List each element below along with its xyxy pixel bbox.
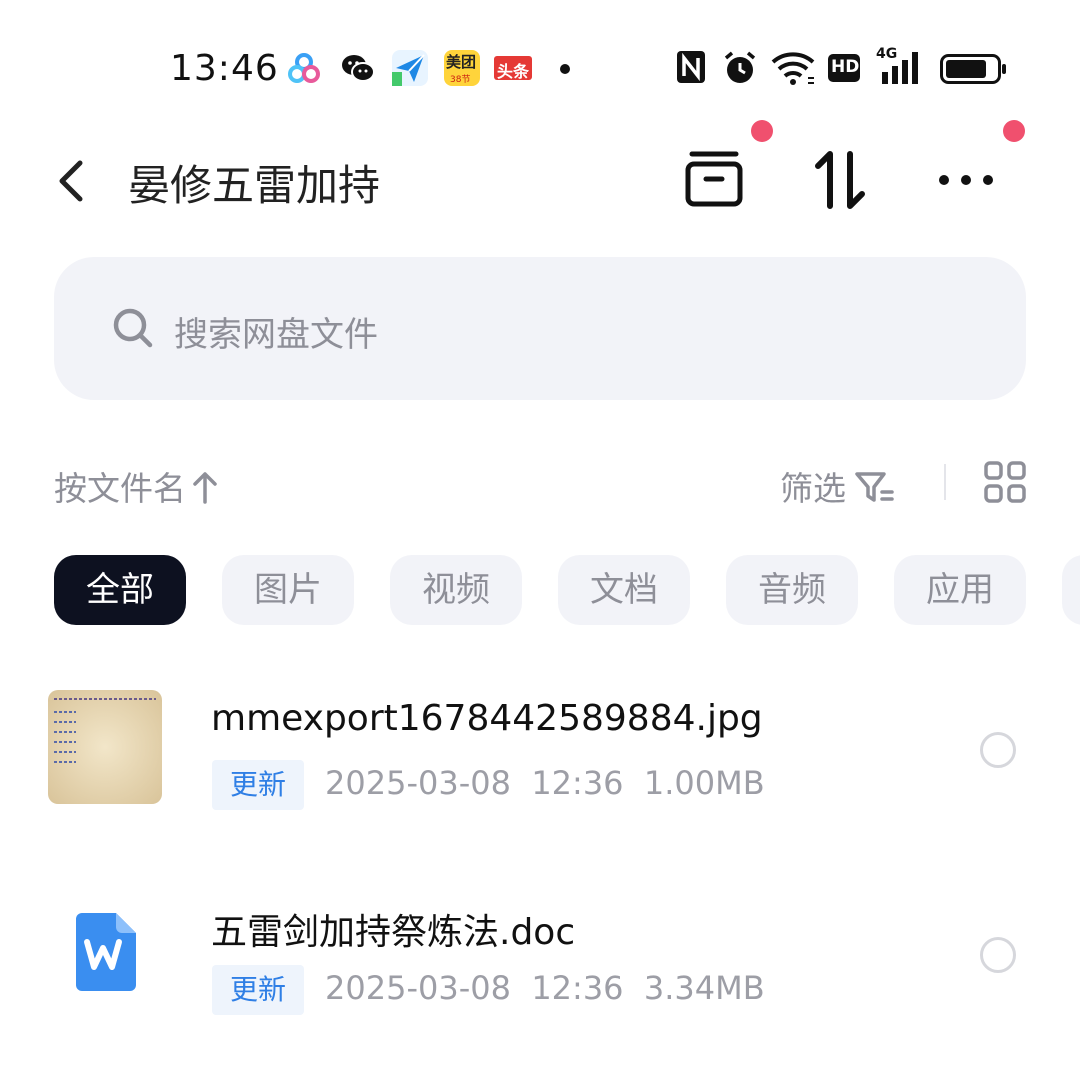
status-bar: 13:46 美团 38节 头条 HD 4G	[0, 40, 1080, 100]
tab-apps[interactable]: 应用	[894, 555, 1026, 625]
toutiao-icon: 头条	[494, 56, 532, 81]
grid-view-icon	[984, 461, 1026, 503]
file-time: 12:36	[531, 764, 624, 802]
archive-button[interactable]	[682, 148, 746, 212]
filter-icon	[855, 472, 894, 502]
update-tag: 更新	[212, 760, 304, 810]
image-thumbnail	[48, 690, 162, 804]
archive-notification-dot	[751, 120, 773, 142]
meituan-label: 美团	[446, 53, 477, 71]
select-radio[interactable]	[980, 937, 1016, 973]
hd-icon: HD	[828, 54, 860, 82]
filter-label: 筛选	[780, 469, 846, 508]
tab-all[interactable]: 全部	[54, 555, 186, 625]
status-time: 13:46	[170, 48, 279, 89]
archive-icon	[685, 151, 743, 207]
chevron-left-icon	[59, 160, 83, 202]
more-button[interactable]	[934, 148, 998, 212]
select-radio[interactable]	[980, 732, 1016, 768]
paper-plane-icon	[392, 50, 428, 86]
nfc-icon	[676, 50, 706, 88]
tab-videos[interactable]: 视频	[390, 555, 522, 625]
transfer-button[interactable]	[808, 148, 872, 212]
file-size: 1.00MB	[643, 764, 765, 802]
meituan-icon: 美团 38节	[444, 50, 480, 86]
arrow-up-icon	[193, 472, 217, 504]
word-doc-icon	[62, 905, 146, 999]
sort-by-name-button[interactable]: 按文件名	[54, 462, 218, 510]
more-icon	[939, 175, 993, 185]
update-tag: 更新	[212, 965, 304, 1015]
wechat-icon	[340, 50, 376, 86]
toutiao-label: 头条	[497, 62, 530, 81]
tab-documents[interactable]: 文档	[558, 555, 690, 625]
search-placeholder: 搜索网盘文件	[174, 315, 378, 355]
back-button[interactable]	[52, 158, 92, 204]
file-name: 五雷剑加持祭炼法.doc	[211, 912, 576, 953]
meituan-sub-label: 38节	[450, 75, 471, 85]
search-input[interactable]: 搜索网盘文件	[54, 257, 1026, 400]
filter-button[interactable]: 筛选	[780, 462, 894, 510]
more-notification-dot	[1003, 120, 1025, 142]
wifi-icon	[770, 50, 816, 90]
file-date: 2025-03-08	[325, 764, 511, 802]
page-title: 晏修五雷加持	[128, 161, 381, 210]
file-date: 2025-03-08	[325, 969, 511, 1007]
grid-view-button[interactable]	[984, 461, 1026, 507]
file-size: 3.34MB	[643, 969, 765, 1007]
transfer-icon	[815, 151, 865, 209]
search-icon	[113, 308, 153, 348]
baidu-netdisk-icon	[286, 50, 322, 86]
tab-audio[interactable]: 音频	[726, 555, 858, 625]
tab-images[interactable]: 图片	[222, 555, 354, 625]
hd-label: HD	[831, 57, 860, 77]
file-time: 12:36	[531, 969, 624, 1007]
file-meta: 2025-03-08 12:36 3.34MB	[325, 969, 765, 1007]
more-notifications-dot	[560, 64, 570, 74]
battery-icon	[940, 54, 1008, 88]
toolbar-divider	[944, 464, 946, 500]
alarm-icon	[722, 50, 758, 90]
file-row[interactable]: mmexport1678442589884.jpg 更新 2025-03-08 …	[0, 660, 1080, 850]
file-row[interactable]: 五雷剑加持祭炼法.doc 更新 2025-03-08 12:36 3.34MB	[0, 865, 1080, 1055]
file-name: mmexport1678442589884.jpg	[211, 698, 763, 739]
sort-label: 按文件名	[54, 469, 186, 508]
tab-overflow[interactable]	[1062, 555, 1080, 625]
file-meta: 2025-03-08 12:36 1.00MB	[325, 764, 765, 802]
